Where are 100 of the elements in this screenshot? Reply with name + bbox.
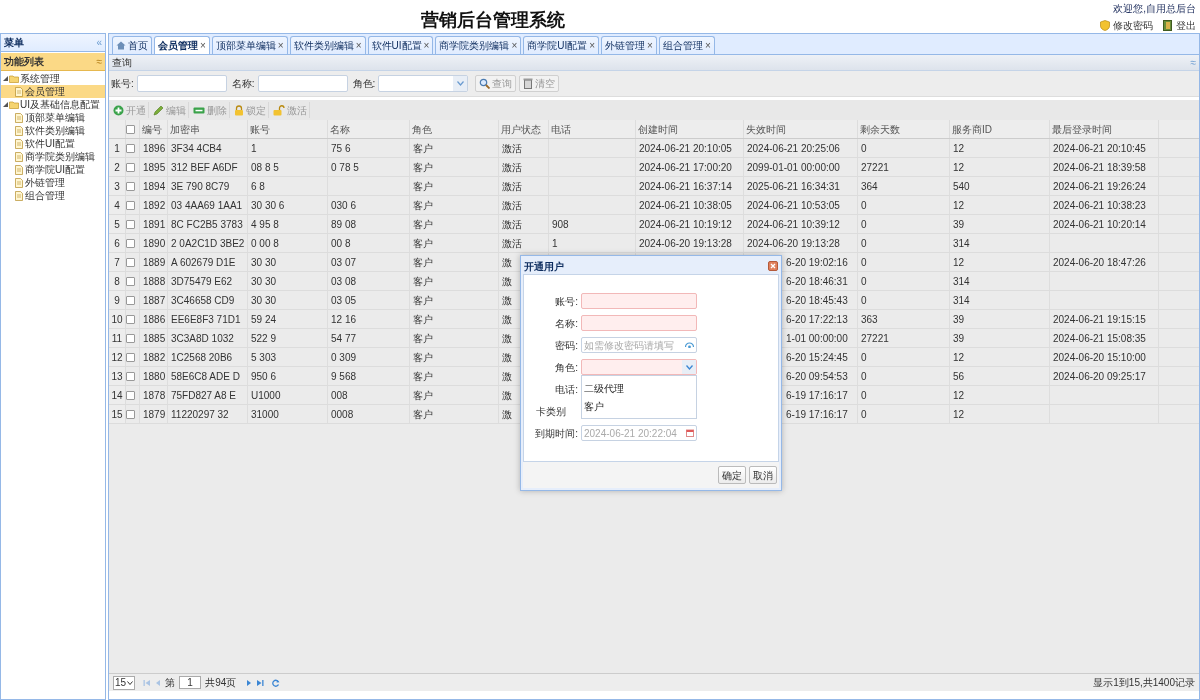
close-button[interactable] xyxy=(768,261,778,271)
input-field[interactable] xyxy=(257,75,348,92)
tree-item[interactable]: 组合管理 xyxy=(1,189,105,202)
page-input[interactable]: 1 xyxy=(179,676,202,689)
row-checkbox[interactable] xyxy=(126,352,135,362)
row-checkbox[interactable] xyxy=(126,219,135,229)
column-header[interactable]: 电话 xyxy=(549,120,636,138)
tree-item[interactable]: 会员管理 xyxy=(1,85,105,98)
search-icon xyxy=(479,78,491,89)
table-cell-text: 59 24 xyxy=(251,312,277,327)
table-cell-text: 0 xyxy=(861,198,867,213)
page-size-select[interactable]: 15 xyxy=(113,675,136,690)
tab[interactable]: 顶部菜单编辑 × xyxy=(211,36,288,54)
tab[interactable]: 首页 xyxy=(112,36,152,54)
table-cell-text: 3C46658 CD9 xyxy=(171,293,235,308)
change-password-link[interactable]: 修改密码 xyxy=(1100,18,1153,33)
close-button[interactable]: × xyxy=(355,38,362,53)
column-header[interactable]: 用户状态 xyxy=(499,120,549,138)
column-header[interactable]: 最后登录时间 xyxy=(1050,120,1159,138)
close-button[interactable]: × xyxy=(200,38,206,53)
section-header[interactable]: 功能列表 ≈ xyxy=(1,53,105,71)
logout-link[interactable]: 登出 xyxy=(1163,18,1196,33)
row-checkbox[interactable] xyxy=(126,181,135,191)
column-header[interactable]: 服务商ID xyxy=(950,120,1050,138)
table-cell-text: 1894 xyxy=(143,179,166,194)
input-field[interactable] xyxy=(581,315,697,331)
row-checkbox[interactable] xyxy=(126,238,135,248)
table-cell-text: 1895 xyxy=(143,160,166,175)
tab[interactable]: 组合管理 × xyxy=(658,36,715,54)
column-header[interactable]: 账号 xyxy=(248,120,328,138)
table-cell-text: 12 xyxy=(953,255,965,270)
column-header[interactable]: 名称 xyxy=(328,120,410,138)
tab[interactable]: 商学院类别编辑 × xyxy=(435,36,522,54)
table-cell-text: 激活 xyxy=(502,141,522,156)
row-checkbox[interactable] xyxy=(126,314,135,324)
table-cell-text: 12 xyxy=(953,350,965,365)
table-cell-text: 0 78 5 xyxy=(331,160,359,175)
column-header[interactable]: 角色 xyxy=(410,120,499,138)
table-cell-text: 00 8 xyxy=(331,236,351,251)
column-header[interactable]: 创建时间 xyxy=(636,120,744,138)
table-cell-text: 2024-06-20 09:25:17 xyxy=(1053,369,1146,384)
close-button[interactable]: × xyxy=(511,38,518,53)
row-checkbox[interactable] xyxy=(126,371,135,381)
page-label: 第 xyxy=(165,676,176,690)
row-checkbox[interactable] xyxy=(126,143,135,153)
input-field[interactable] xyxy=(581,293,697,309)
row-checkbox[interactable] xyxy=(126,295,135,305)
column-header[interactable]: 剩余天数 xyxy=(858,120,950,138)
table-cell-text: 客户 xyxy=(413,274,433,289)
row-checkbox[interactable] xyxy=(126,162,135,172)
first-page-icon xyxy=(143,678,152,687)
tab[interactable]: 会员管理 × xyxy=(154,36,210,54)
table-cell-text: 12 16 xyxy=(331,312,357,327)
table-cell-text: 39 xyxy=(953,331,965,346)
tree-item[interactable]: 商学院UI配置 xyxy=(1,163,105,176)
dropdown-option[interactable]: 客户 xyxy=(582,397,696,415)
tree-item[interactable]: 外链管理 xyxy=(1,176,105,189)
table-cell-text: 1891 xyxy=(143,217,166,232)
dropdown-option[interactable]: 二级代理 xyxy=(582,379,696,397)
table-cell-text: 908 xyxy=(552,217,569,232)
tree-item[interactable]: 软件UI配置 xyxy=(1,137,105,150)
close-button[interactable]: × xyxy=(704,38,711,53)
input-field[interactable] xyxy=(136,75,227,92)
table-cell-text: 激 xyxy=(502,312,512,327)
tree-node[interactable]: 系统管理 xyxy=(1,72,105,85)
row-checkbox[interactable] xyxy=(126,200,135,210)
close-button[interactable]: × xyxy=(647,38,653,53)
tree-node[interactable]: UI及基础信息配置 xyxy=(1,98,105,111)
tab[interactable]: 外链管理 × xyxy=(601,36,657,54)
tab[interactable]: 商学院UI配置 × xyxy=(523,36,600,54)
tab[interactable]: 软件UI配置 × xyxy=(367,36,434,54)
table-cell-text: 激活 xyxy=(502,198,522,213)
dialog-button[interactable]: 确定 xyxy=(718,466,746,484)
document-icon xyxy=(15,125,23,136)
table-cell-text: EE6E8F3 71D1 xyxy=(171,312,241,327)
row-checkbox[interactable] xyxy=(126,390,135,400)
column-header[interactable]: 加密串 xyxy=(168,120,248,138)
close-button[interactable]: × xyxy=(277,38,284,53)
tree-item[interactable]: 商学院类别编辑 xyxy=(1,150,105,163)
role-select[interactable] xyxy=(581,359,697,375)
table-cell-text: 12 xyxy=(953,388,965,403)
row-checkbox[interactable] xyxy=(126,257,135,267)
select-all-checkbox[interactable] xyxy=(126,124,135,134)
column-header[interactable]: 编号 xyxy=(140,120,168,138)
dialog-button[interactable]: 取消 xyxy=(749,466,777,484)
row-checkbox[interactable] xyxy=(126,409,135,419)
tree-item[interactable]: 软件类别编辑 xyxy=(1,124,105,137)
close-button[interactable]: × xyxy=(423,38,430,53)
tree-item[interactable]: 顶部菜单编辑 xyxy=(1,111,105,124)
table-cell-text: 1-01 00:00:00 xyxy=(786,331,848,346)
table-cell-text: 314 xyxy=(953,274,970,289)
role-select[interactable] xyxy=(378,75,469,92)
close-button[interactable]: × xyxy=(589,38,596,53)
column-header[interactable]: 失效时间 xyxy=(744,120,858,138)
row-checkbox[interactable] xyxy=(126,333,135,343)
row-checkbox[interactable] xyxy=(126,276,135,286)
dialog-title: 开通用户 xyxy=(524,259,564,274)
table-cell-text: 75FD827 A8 E xyxy=(171,388,237,403)
tab[interactable]: 软件类别编辑 × xyxy=(289,36,366,54)
table-cell-text: 0 xyxy=(861,274,867,289)
